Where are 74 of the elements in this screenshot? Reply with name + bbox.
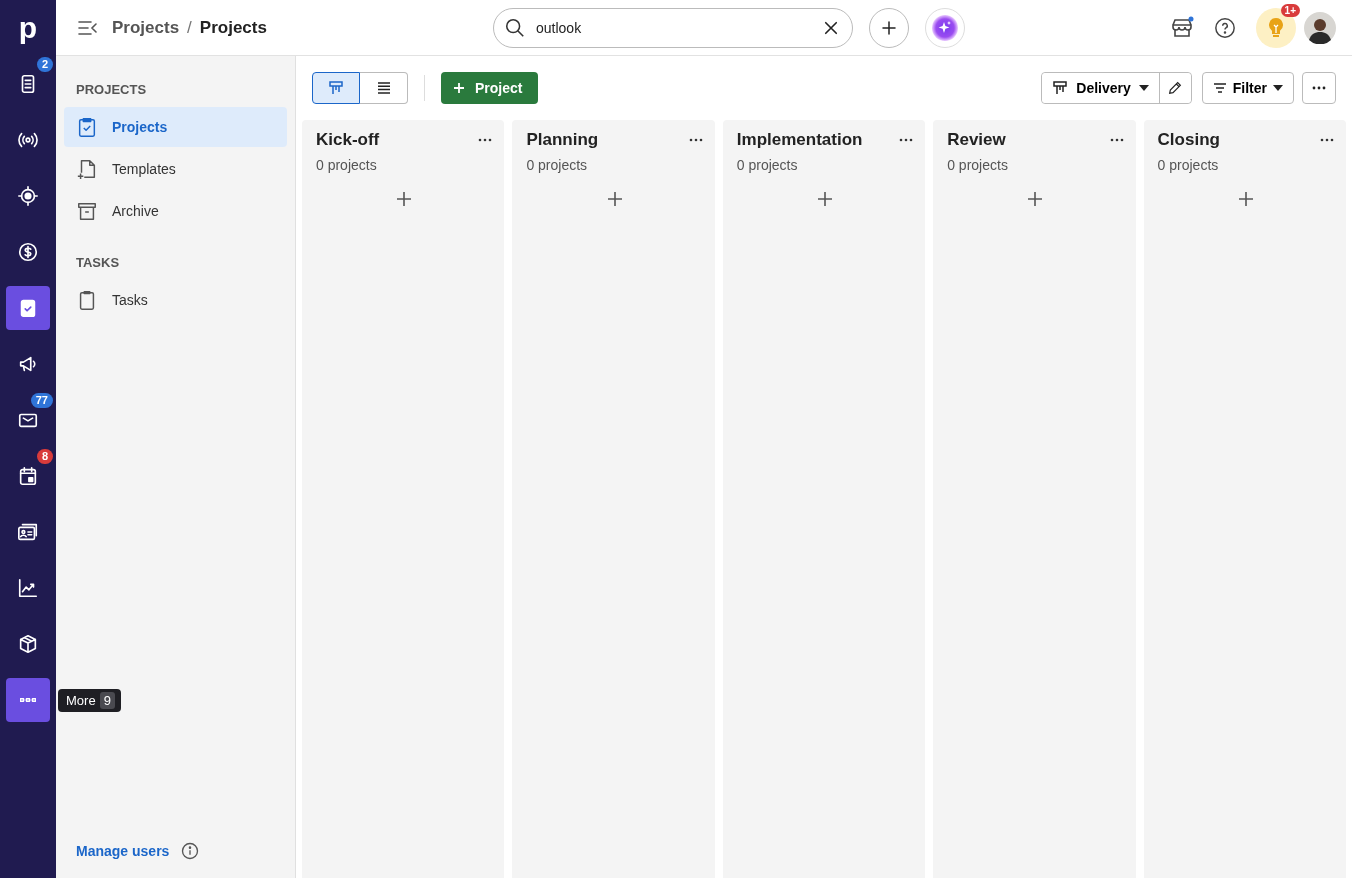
edit-button[interactable] — [1158, 73, 1191, 103]
project-count: 0 projects — [736, 157, 799, 173]
contact-card-icon — [17, 521, 39, 543]
ai-assistant-button[interactable] — [925, 7, 965, 48]
sidebar-item[interactable]: Tasks — [64, 280, 287, 320]
collapse-menu-icon[interactable] — [78, 19, 98, 36]
more-options-icon[interactable] — [899, 138, 914, 142]
breadcrumb-separator: / — [187, 17, 192, 38]
info-icon[interactable] — [181, 842, 200, 860]
add-icon[interactable] — [396, 191, 413, 207]
more-options-icon[interactable] — [1320, 138, 1334, 142]
search-icon — [504, 16, 526, 39]
count-badge: 77 — [30, 393, 53, 408]
breadcrumb-link[interactable]: Projects — [112, 17, 180, 38]
pencil-icon — [1167, 80, 1184, 96]
plus-icon — [453, 82, 465, 94]
section-heading: PROJECTS — [75, 81, 148, 99]
project-count: 0 projects — [526, 157, 589, 173]
shortcut-key: 9 — [99, 692, 115, 709]
more-icon — [1312, 86, 1326, 90]
logo[interactable]: p — [6, 0, 50, 56]
lightbulb-icon — [1266, 16, 1286, 39]
search-input[interactable]: outlook — [534, 18, 814, 37]
avatar[interactable] — [1304, 11, 1336, 44]
clipboard-check-icon — [76, 116, 98, 138]
list-icon — [375, 80, 392, 96]
filter-icon — [1212, 82, 1227, 94]
caret-icon — [1273, 85, 1283, 91]
sidebar-item[interactable]: Templates — [64, 149, 287, 189]
list-view-button[interactable] — [360, 72, 408, 104]
stage-title: Closing — [1157, 130, 1220, 150]
project-count: 0 projects — [316, 157, 378, 173]
more-options-icon[interactable] — [688, 138, 703, 142]
project-count: 0 projects — [947, 157, 1009, 173]
more-options-icon[interactable] — [1109, 138, 1124, 142]
sidebar-item[interactable]: Projects — [64, 107, 287, 147]
page-title: Projects — [199, 17, 267, 38]
more-icon — [20, 698, 36, 702]
marketplace-icon[interactable] — [1170, 15, 1194, 40]
add-icon[interactable] — [606, 191, 623, 207]
archive-icon — [76, 200, 98, 222]
count-badge: 1+ — [1280, 3, 1300, 17]
section-heading: TASKS — [75, 254, 121, 272]
filter-dropdown[interactable]: Filter — [1201, 72, 1294, 104]
more-options-icon[interactable] — [478, 138, 493, 142]
stage-title: Review — [947, 130, 1006, 150]
add-project-button[interactable]: Project — [441, 72, 539, 104]
stage-title: Planning — [526, 130, 599, 150]
count-badge: 8 — [36, 449, 53, 464]
sidebar-item[interactable]: Archive — [64, 191, 287, 231]
target-icon — [17, 185, 39, 207]
stage-title: Implementation — [736, 130, 863, 150]
plus-icon — [880, 18, 898, 37]
project-count: 0 projects — [1157, 157, 1220, 173]
sparkle-icon — [932, 14, 958, 41]
calendar-icon — [17, 465, 39, 487]
add-button[interactable] — [869, 7, 909, 48]
stage-title: Kick-off — [316, 130, 380, 150]
board-view-button[interactable] — [312, 72, 360, 104]
add-icon[interactable] — [1027, 191, 1044, 207]
board-icon — [328, 80, 344, 96]
tooltip-label: More — [66, 693, 96, 708]
caret-icon — [1138, 85, 1149, 91]
count-badge: 2 — [36, 57, 53, 72]
help-icon[interactable] — [1214, 16, 1236, 39]
tips-button[interactable] — [1256, 7, 1296, 48]
box-icon — [17, 633, 39, 655]
dollar-icon — [17, 241, 39, 263]
add-icon[interactable] — [1237, 191, 1254, 207]
manage-users-link[interactable]: Manage users — [76, 843, 170, 859]
file-plus-icon — [76, 158, 98, 180]
board-icon — [1052, 80, 1069, 96]
add-icon[interactable] — [817, 191, 833, 207]
chart-icon — [17, 577, 39, 599]
